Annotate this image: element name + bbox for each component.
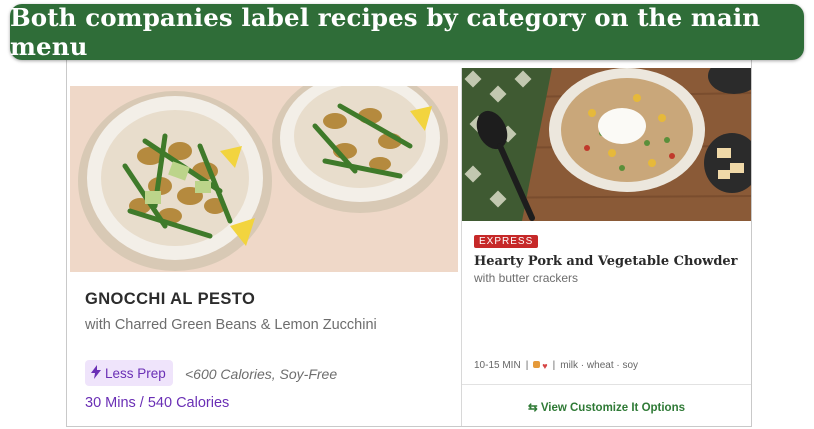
recipe-meta: 10-15 MIN | ♥ | milk · wheat · soy [474, 360, 638, 371]
time-calories: 30 Mins / 540 Calories [85, 395, 230, 411]
lightning-icon [91, 364, 101, 382]
recipe-subtitle: with butter crackers [474, 271, 579, 285]
recipe-subtitle: with Charred Green Beans & Lemon Zucchin… [85, 317, 377, 333]
express-tag: EXPRESS [474, 235, 539, 248]
calorie-note: <600 Calories, Soy-Free [185, 366, 338, 382]
banner-text: Both companies label recipes by category… [10, 3, 761, 61]
recipe-title[interactable]: Hearty Pork and Vegetable Chowder [474, 254, 738, 269]
view-customize-link[interactable]: ⇆ View Customize It Options [462, 400, 751, 414]
customize-label: View Customize It Options [540, 402, 686, 414]
cook-time: 10-15 MIN [474, 360, 521, 371]
meta-separator: | [525, 360, 529, 371]
recipe-photo-gnocchi [70, 86, 458, 272]
chef-hat-icon [533, 360, 541, 368]
less-prep-badge: Less Prep [85, 360, 173, 386]
recipe-card-gnocchi[interactable]: GNOCCHI AL PESTO with Charred Green Bean… [70, 86, 458, 426]
caption-banner: Both companies label recipes by category… [10, 3, 804, 61]
dietary-icons: ♥ [533, 360, 548, 371]
heart-icon: ♥ [542, 360, 548, 371]
recipe-title[interactable]: GNOCCHI AL PESTO [85, 290, 255, 309]
recipe-card-chowder[interactable]: EXPRESS Hearty Pork and Vegetable Chowde… [461, 68, 751, 426]
meta-separator: | [552, 360, 556, 371]
swap-arrows-icon: ⇆ [527, 402, 538, 414]
recipe-photo-chowder [462, 68, 751, 221]
divider [462, 384, 751, 385]
less-prep-label: Less Prep [105, 365, 166, 381]
allergens: milk · wheat · soy [560, 360, 639, 371]
